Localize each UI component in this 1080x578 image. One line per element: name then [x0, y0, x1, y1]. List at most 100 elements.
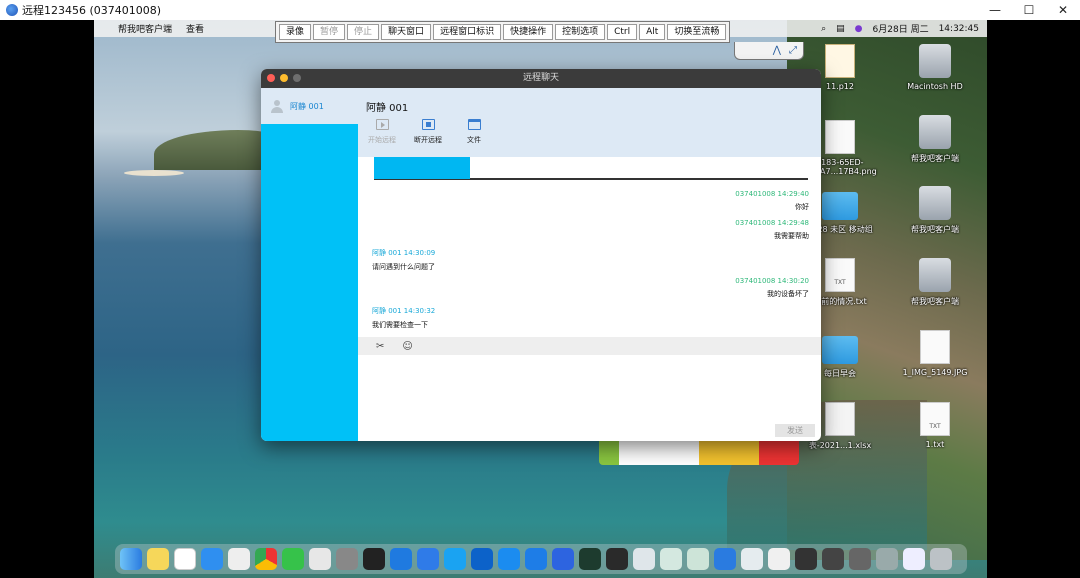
desktop-icon[interactable]: 帮我吧客户端 — [895, 186, 975, 235]
desktop-icon[interactable]: 帮我吧客户端 — [895, 258, 975, 307]
trash-icon[interactable] — [930, 548, 952, 570]
fullscreen-icon[interactable]: ⤢ — [789, 45, 797, 56]
search-icon[interactable]: ⌕ — [821, 24, 826, 34]
finder-icon[interactable] — [120, 548, 142, 570]
wps-icon[interactable] — [552, 548, 574, 570]
send-button[interactable]: 发送 — [775, 424, 815, 437]
chat-peer-name: 阿静 001 — [366, 103, 409, 114]
disk-icon — [919, 115, 951, 149]
message-item: 037401008 14:30:20 我的设备坏了 — [735, 277, 809, 298]
window-titlebar: 远程123456 (037401008) — ☐ ✕ — [0, 0, 1080, 20]
menubar-time: 14:32:45 — [938, 23, 979, 34]
app-icon[interactable] — [444, 548, 466, 570]
window-thumbnail-icon[interactable] — [795, 548, 817, 570]
disk-icon — [919, 258, 951, 292]
disconnect-remote-button[interactable]: 断开远程 — [412, 119, 444, 145]
desktop-icon[interactable]: Macintosh HD — [895, 44, 975, 91]
text-file-icon: TXT — [825, 258, 855, 292]
minimize-icon[interactable] — [280, 74, 288, 82]
play-icon — [375, 119, 389, 130]
image-file-icon — [920, 330, 950, 364]
window-thumbnail-icon[interactable] — [741, 548, 763, 570]
minimize-button[interactable]: — — [978, 0, 1012, 20]
toolbar-collapse-tab[interactable]: ⋀ ⤢ — [734, 42, 804, 60]
window-thumbnail-icon[interactable] — [714, 548, 736, 570]
message-input[interactable] — [358, 355, 821, 441]
messages-icon[interactable] — [282, 548, 304, 570]
desktop-icon[interactable]: 1_IMG_5149.JPG — [895, 330, 975, 377]
stop-button[interactable]: 停止 — [347, 24, 380, 40]
window-thumbnail-icon[interactable] — [876, 548, 898, 570]
textedit-icon[interactable] — [228, 548, 250, 570]
launchpad-icon[interactable] — [309, 548, 331, 570]
screenshot-icon[interactable]: ✂ — [376, 341, 384, 352]
remote-desktop[interactable]: 帮我吧客户端 查看 ⌕ ▤ ● 6月28日 周二 14:32:45 录像 暂停 … — [94, 20, 987, 578]
window-thumbnail-icon[interactable] — [660, 548, 682, 570]
emoji-icon[interactable]: ☺ — [402, 341, 412, 352]
switch-smooth-button[interactable]: 切换至流畅 — [667, 24, 727, 40]
wallpaper-sand — [124, 170, 184, 176]
app-icon[interactable] — [606, 548, 628, 570]
chat-header: 阿静 001 开始远程 断开远程 文件 — [358, 88, 821, 157]
spreadsheet-icon — [825, 402, 855, 436]
image-message[interactable] — [374, 157, 808, 180]
file-button[interactable]: 文件 — [458, 119, 490, 145]
desktop-icon[interactable]: TXT 1.txt — [895, 402, 975, 449]
window-thumbnail-icon[interactable] — [768, 548, 790, 570]
app-icon[interactable] — [525, 548, 547, 570]
safari-icon[interactable] — [201, 548, 223, 570]
app-icon[interactable] — [471, 548, 493, 570]
window-thumbnail-icon[interactable] — [633, 548, 655, 570]
chat-main: 阿静 001 开始远程 断开远程 文件 037401008 14:29:40 你… — [358, 88, 821, 441]
terminal-icon[interactable] — [363, 548, 385, 570]
quick-actions-button[interactable]: 快捷操作 — [503, 24, 554, 40]
contact-item[interactable]: 阿静 001 — [261, 88, 358, 124]
desktop-icon[interactable]: 帮我吧客户端 — [895, 115, 975, 164]
chat-window-button[interactable]: 聊天窗口 — [381, 24, 432, 40]
app-icon[interactable] — [498, 548, 520, 570]
pause-button[interactable]: 暂停 — [313, 24, 346, 40]
window-title: 远程123456 (037401008) — [22, 4, 162, 17]
notes-icon[interactable] — [147, 548, 169, 570]
alt-button[interactable]: Alt — [639, 24, 666, 40]
text-file-icon: TXT — [920, 402, 950, 436]
app-store-icon[interactable] — [390, 548, 412, 570]
menu-item-view[interactable]: 查看 — [186, 22, 204, 35]
menubar-date: 6月28日 周二 — [872, 25, 929, 35]
dock — [115, 544, 967, 574]
menu-item-app[interactable]: 帮我吧客户端 — [118, 22, 172, 35]
close-button[interactable]: ✕ — [1046, 0, 1080, 20]
message-item: 037401008 14:29:48 我需要帮助 — [735, 219, 809, 240]
close-icon[interactable] — [267, 74, 275, 82]
disk-icon — [919, 186, 951, 220]
record-button[interactable]: 录像 — [279, 24, 312, 40]
siri-icon[interactable]: ● — [855, 24, 863, 34]
control-center-icon[interactable]: ▤ — [836, 24, 845, 34]
message-item: 阿静 001 14:30:32 我们需要检查一下 — [372, 307, 436, 329]
calendar-icon[interactable] — [174, 548, 196, 570]
folder-icon — [467, 119, 481, 130]
window-thumbnail-icon[interactable] — [687, 548, 709, 570]
start-remote-button[interactable]: 开始远程 — [366, 119, 398, 145]
ctrl-button[interactable]: Ctrl — [607, 24, 638, 40]
chrome-icon[interactable] — [255, 548, 277, 570]
background-window — [599, 440, 799, 465]
stop-icon — [421, 119, 435, 130]
activity-monitor-icon[interactable] — [579, 548, 601, 570]
app-icon — [6, 4, 18, 16]
window-thumbnail-icon[interactable] — [822, 548, 844, 570]
maximize-button[interactable]: ☐ — [1012, 0, 1046, 20]
zoom-icon[interactable] — [293, 74, 301, 82]
settings-icon[interactable] — [336, 548, 358, 570]
window-thumbnail-icon[interactable] — [903, 548, 925, 570]
xcode-icon[interactable] — [417, 548, 439, 570]
disk-icon — [919, 44, 951, 78]
chat-title: 远程聊天 — [522, 73, 559, 83]
folder-icon — [822, 192, 858, 220]
window-thumbnail-icon[interactable] — [849, 548, 871, 570]
control-options-button[interactable]: 控制选项 — [555, 24, 606, 40]
remote-window-mark-button[interactable]: 远程窗口标识 — [433, 24, 502, 40]
remote-toolbar: 录像 暂停 停止 聊天窗口 远程窗口标识 快捷操作 控制选项 Ctrl Alt … — [275, 21, 731, 43]
collapse-icon[interactable]: ⋀ — [773, 45, 781, 56]
message-list[interactable]: 037401008 14:29:40 你好 037401008 14:29:48… — [358, 157, 821, 337]
